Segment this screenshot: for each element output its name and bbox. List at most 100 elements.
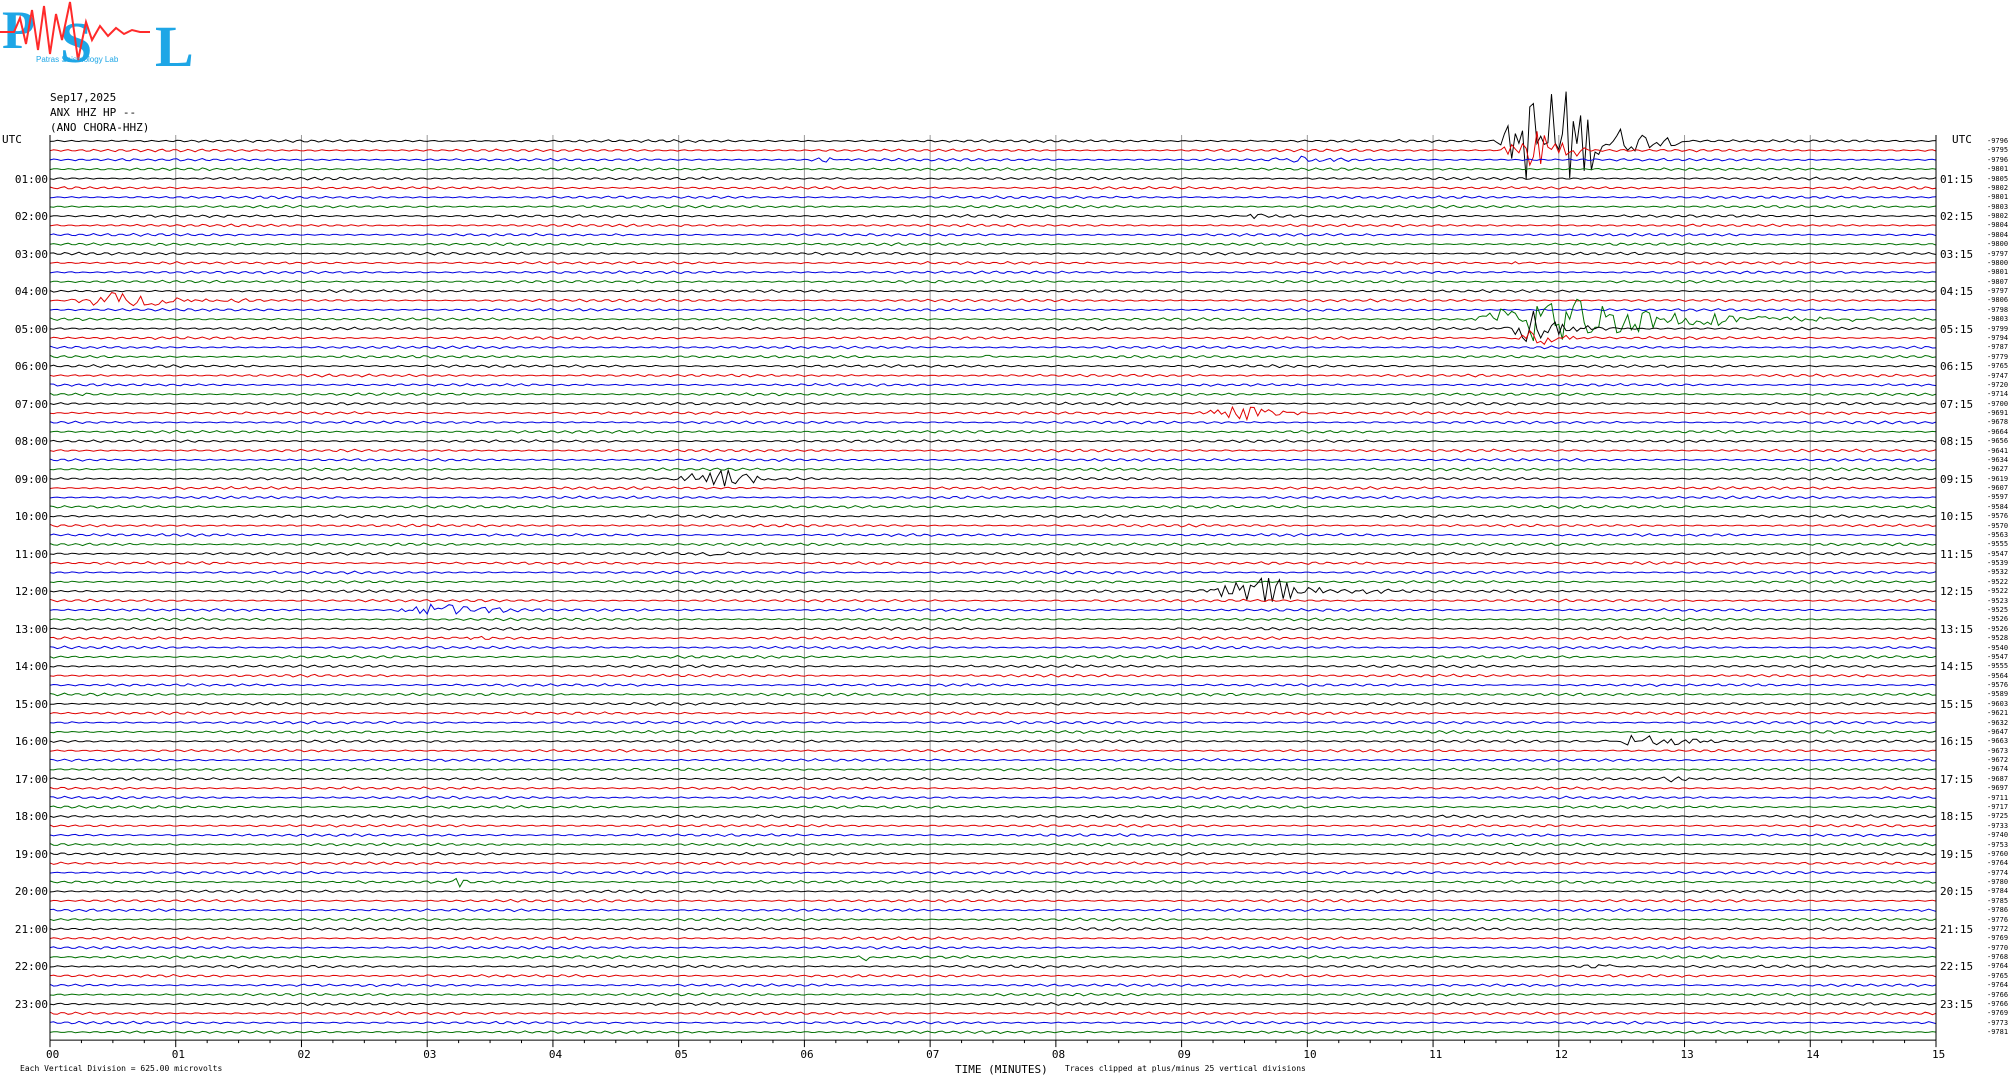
trace-row (49, 945, 1937, 950)
left-hour-label: 10:00 (14, 510, 48, 524)
row-value-label: -9576 (1987, 681, 2009, 690)
row-value-label: -9764 (1987, 981, 2009, 990)
row-value-label: -9747 (1987, 371, 2009, 380)
trace-row (49, 354, 1937, 359)
trace-row (49, 898, 1937, 903)
x-tick-label: 11 (1429, 1048, 1443, 1062)
row-value-label: -9774 (1987, 868, 2009, 877)
row-value-label: -9785 (1987, 896, 2009, 905)
row-value-label: -9714 (1987, 390, 2009, 399)
x-tick-label: 12 (1554, 1048, 1569, 1062)
row-value-label: -9803 (1987, 315, 2009, 324)
trace-row (49, 382, 1937, 387)
right-hour-label: 06:15 (1940, 360, 1974, 374)
row-value-label: -9779 (1987, 352, 2009, 361)
trace-row (49, 195, 1937, 200)
left-hour-label: 13:00 (14, 622, 48, 636)
trace-row (49, 457, 1937, 462)
trace-row (49, 734, 1937, 746)
row-value-label: -9733 (1987, 821, 2009, 830)
left-hour-label: 06:00 (14, 360, 48, 374)
row-value-label: -9802 (1987, 212, 2009, 221)
right-hour-label: 05:15 (1940, 322, 1974, 336)
trace-row (49, 870, 1937, 875)
row-value-label: -9804 (1987, 230, 2009, 239)
row-value-label: -9765 (1987, 362, 2009, 371)
x-tick-label: 10 (1303, 1048, 1317, 1062)
row-value-label: -9619 (1987, 474, 2009, 483)
trace-row (49, 645, 1937, 650)
row-value-label: -9805 (1987, 174, 2009, 183)
trace-row (49, 292, 1937, 307)
trace-row (49, 786, 1937, 791)
trace-row (49, 439, 1937, 444)
left-hour-label: 05:00 (14, 322, 48, 336)
left-hour-label: 01:00 (14, 172, 48, 186)
trace-row (49, 345, 1937, 350)
right-hour-label: 02:15 (1940, 210, 1974, 224)
trace-row (49, 364, 1937, 369)
row-value-label: -9807 (1987, 277, 2009, 286)
trace-row (49, 936, 1937, 941)
row-value-label: -9794 (1987, 333, 2009, 342)
trace-row (49, 767, 1937, 772)
trace-row (49, 748, 1937, 753)
trace-row (49, 692, 1937, 697)
row-value-label: -9725 (1987, 812, 2009, 821)
trace-row (49, 213, 1937, 220)
right-hour-label: 17:15 (1940, 772, 1974, 786)
trace-row (49, 955, 1937, 962)
row-value-label: -9770 (1987, 943, 2009, 952)
right-hour-label: 16:15 (1940, 735, 1974, 749)
row-value-label: -9765 (1987, 971, 2009, 980)
row-value-label: -9803 (1987, 202, 2009, 211)
row-value-label: -9769 (1987, 1009, 2009, 1018)
row-value-label: -9796 (1987, 155, 2009, 164)
trace-row (49, 373, 1937, 378)
row-value-label: -9673 (1987, 746, 2009, 755)
right-hour-label: 04:15 (1940, 285, 1974, 299)
row-value-label: -9802 (1987, 183, 2009, 192)
trace-row (49, 673, 1937, 678)
row-value-label: -9678 (1987, 418, 2009, 427)
trace-row (49, 298, 1937, 342)
row-value-label: -9797 (1987, 287, 2009, 296)
trace-row (49, 1011, 1937, 1016)
row-value-label: -9663 (1987, 737, 2009, 746)
trace-row (49, 260, 1937, 265)
right-hour-label: 12:15 (1940, 585, 1974, 599)
trace-row (49, 964, 1937, 969)
row-value-label: -9570 (1987, 521, 2009, 530)
trace-row (49, 683, 1937, 687)
trace-row (49, 579, 1937, 584)
right-hour-label: 10:15 (1940, 510, 1974, 524)
trace-row (49, 495, 1937, 500)
trace-row (49, 223, 1937, 228)
row-value-label: -9528 (1987, 634, 2009, 643)
trace-row (49, 861, 1937, 866)
x-tick-label: 14 (1806, 1048, 1820, 1062)
trace-row (49, 270, 1937, 275)
row-value-label: -9795 (1987, 146, 2009, 155)
trace-row (49, 392, 1937, 397)
left-hour-label: 21:00 (14, 922, 48, 936)
row-value-label: -9798 (1987, 305, 2009, 314)
left-hour-label: 09:00 (14, 472, 48, 486)
row-value-label: -9801 (1987, 193, 2009, 202)
row-value-label: -9539 (1987, 559, 2009, 568)
trace-row (49, 720, 1937, 725)
row-value-label: -9664 (1987, 427, 2009, 436)
trace-row (49, 405, 1937, 422)
left-hour-label: 15:00 (14, 697, 48, 711)
trace-row (49, 504, 1937, 509)
row-value-label: -9773 (1987, 1018, 2009, 1027)
trace-row (49, 448, 1937, 453)
right-hour-label: 08:15 (1940, 435, 1974, 449)
trace-row (49, 654, 1937, 659)
trace-row (49, 823, 1937, 828)
row-value-label: -9806 (1987, 296, 2009, 305)
row-value-label: -9760 (1987, 849, 2009, 858)
left-hour-label: 19:00 (14, 847, 48, 861)
row-value-label: -9768 (1987, 953, 2009, 962)
row-value-label: -9576 (1987, 512, 2009, 521)
